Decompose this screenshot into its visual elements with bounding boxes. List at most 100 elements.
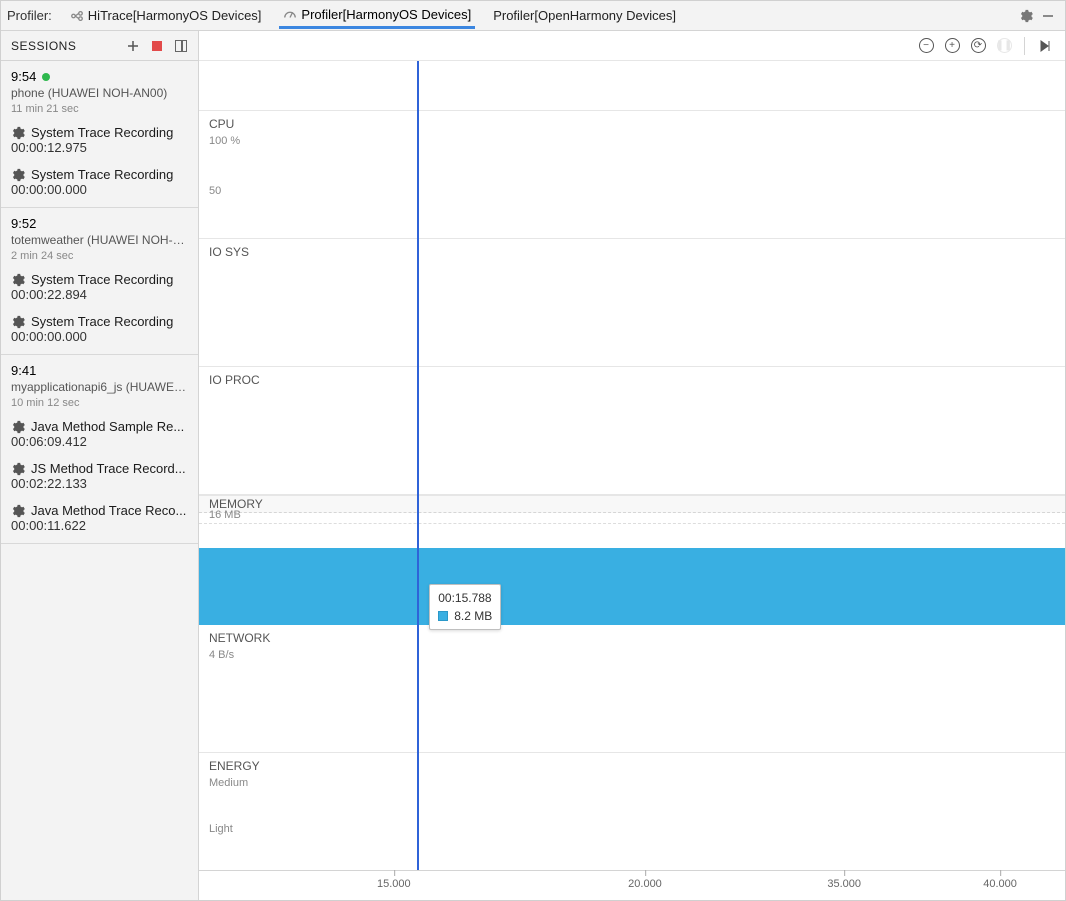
swatch-icon — [438, 611, 448, 621]
recording-item[interactable]: Java Method Trace Reco...00:00:11.622 — [11, 497, 188, 539]
time-tick: 40.000 — [983, 871, 1017, 890]
session-device: phone (HUAWEI NOH-AN00) — [11, 86, 188, 100]
title-bar: Profiler: HiTrace[HarmonyOS Devices] Pro… — [1, 1, 1065, 31]
session-duration: 11 min 21 sec — [11, 103, 188, 115]
time-axis: 15.000 20.000 35.000 40.000 — [199, 870, 1065, 900]
recording-time: 00:02:22.133 — [11, 476, 188, 491]
recording-item[interactable]: System Trace Recording00:00:22.894 — [11, 266, 188, 308]
stop-icon — [152, 41, 162, 51]
track-label: IO SYS — [209, 245, 249, 259]
pause-button: ❚❚ — [994, 36, 1014, 56]
recording-name: Java Method Trace Reco... — [31, 503, 186, 518]
session-time: 9:41 — [11, 363, 188, 378]
stop-button[interactable] — [148, 37, 166, 55]
recording-name: System Trace Recording — [31, 314, 173, 329]
track-label: IO PROC — [209, 373, 260, 387]
tab-profiler-harmony[interactable]: Profiler[HarmonyOS Devices] — [279, 3, 475, 29]
pause-circle-icon: ❚❚ — [997, 38, 1012, 53]
minimize-icon — [1041, 9, 1055, 23]
sessions-header: SESSIONS — [1, 31, 198, 61]
gear-icon — [11, 315, 25, 329]
sessions-title: SESSIONS — [11, 39, 76, 53]
recording-time: 00:00:00.000 — [11, 329, 188, 344]
track-label: CPU — [209, 117, 234, 131]
overview-strip[interactable] — [199, 61, 1065, 111]
tab-label: HiTrace[HarmonyOS Devices] — [88, 8, 262, 23]
track-io-proc[interactable]: IO PROC — [199, 367, 1065, 495]
tab-profiler-openharmony[interactable]: Profiler[OpenHarmony Devices] — [489, 4, 680, 27]
recording-time: 00:00:12.975 — [11, 140, 188, 155]
axis-label: 16 MB — [209, 509, 241, 521]
settings-button[interactable] — [1015, 5, 1037, 27]
session-time: 9:54 — [11, 69, 188, 84]
mem-header: MEMORY — [199, 495, 1065, 513]
gear-icon — [11, 462, 25, 476]
recording-time: 00:00:00.000 — [11, 182, 188, 197]
sessions-panel: SESSIONS 9:54 phone (HUAWEI NOH-AN00) 11… — [1, 31, 199, 900]
recording-name: System Trace Recording — [31, 167, 173, 182]
jump-end-button[interactable] — [1035, 36, 1055, 56]
tooltip-value: 8.2 MB — [454, 609, 492, 623]
gear-icon — [11, 504, 25, 518]
axis-label: Medium — [209, 777, 248, 789]
session-item[interactable]: 9:54 phone (HUAWEI NOH-AN00) 11 min 21 s… — [1, 61, 198, 208]
recording-time: 00:00:22.894 — [11, 287, 188, 302]
gear-icon — [11, 420, 25, 434]
plus-icon — [127, 40, 139, 52]
recording-item[interactable]: System Trace Recording00:00:00.000 — [11, 161, 188, 203]
minimize-button[interactable] — [1037, 5, 1059, 27]
track-network[interactable]: NETWORK 4 B/s — [199, 625, 1065, 753]
panel-layout-button[interactable] — [172, 37, 190, 55]
tab-label: Profiler[HarmonyOS Devices] — [301, 7, 471, 22]
session-duration: 10 min 12 sec — [11, 397, 188, 409]
session-time: 9:52 — [11, 216, 188, 231]
tracks-container: CPU 100 % 50 IO SYS IO PROC MEMORY 16 MB… — [199, 111, 1065, 870]
gear-icon — [11, 273, 25, 287]
recording-item[interactable]: System Trace Recording00:00:00.000 — [11, 308, 188, 350]
sessions-list: 9:54 phone (HUAWEI NOH-AN00) 11 min 21 s… — [1, 61, 198, 544]
live-dot-icon — [42, 73, 50, 81]
playhead[interactable] — [417, 61, 419, 870]
gridline — [199, 523, 1065, 524]
add-session-button[interactable] — [124, 37, 142, 55]
gear-icon — [1019, 9, 1033, 23]
gear-icon — [11, 126, 25, 140]
plus-circle-icon: + — [945, 38, 960, 53]
track-memory[interactable]: MEMORY 16 MB 8 — [199, 495, 1065, 625]
session-device: myapplicationapi6_js (HUAWEI ... — [11, 380, 188, 394]
minus-circle-icon: − — [919, 38, 934, 53]
recording-item[interactable]: Java Method Sample Re...00:06:09.412 — [11, 413, 188, 455]
axis-label: 50 — [209, 185, 221, 197]
hover-tooltip: 00:15.788 8.2 MB — [429, 584, 501, 630]
timeline-area[interactable]: CPU 100 % 50 IO SYS IO PROC MEMORY 16 MB… — [199, 61, 1065, 900]
recording-name: JS Method Trace Record... — [31, 461, 186, 476]
recording-time: 00:00:11.622 — [11, 518, 188, 533]
gear-icon — [11, 168, 25, 182]
panel-icon — [175, 40, 187, 52]
recording-item[interactable]: System Trace Recording00:00:12.975 — [11, 119, 188, 161]
memory-area-fill — [199, 548, 1065, 625]
axis-label: Light — [209, 823, 233, 835]
profiling-area: − + ⟳ ❚❚ CPU 100 % 50 IO SYS IO PROC — [199, 31, 1065, 900]
track-label: NETWORK — [209, 631, 270, 645]
tab-hitrace[interactable]: HiTrace[HarmonyOS Devices] — [66, 4, 266, 27]
session-item[interactable]: 9:41 myapplicationapi6_js (HUAWEI ... 10… — [1, 355, 198, 544]
reset-circle-icon: ⟳ — [971, 38, 986, 53]
hitrace-icon — [70, 9, 84, 23]
session-item[interactable]: 9:52 totemweather (HUAWEI NOH-A... 2 min… — [1, 208, 198, 355]
recording-name: System Trace Recording — [31, 125, 173, 140]
recording-item[interactable]: JS Method Trace Record...00:02:22.133 — [11, 455, 188, 497]
profiler-icon — [283, 7, 297, 21]
time-tick: 35.000 — [827, 871, 861, 890]
time-tick: 15.000 — [377, 871, 411, 890]
session-duration: 2 min 24 sec — [11, 250, 188, 262]
zoom-out-button[interactable]: − — [916, 36, 936, 56]
zoom-in-button[interactable]: + — [942, 36, 962, 56]
track-cpu[interactable]: CPU 100 % 50 — [199, 111, 1065, 239]
zoom-reset-button[interactable]: ⟳ — [968, 36, 988, 56]
time-tick: 20.000 — [628, 871, 662, 890]
track-energy[interactable]: ENERGY Medium Light — [199, 753, 1065, 881]
tooltip-time: 00:15.788 — [438, 591, 492, 605]
track-io-sys[interactable]: IO SYS — [199, 239, 1065, 367]
recording-name: Java Method Sample Re... — [31, 419, 184, 434]
